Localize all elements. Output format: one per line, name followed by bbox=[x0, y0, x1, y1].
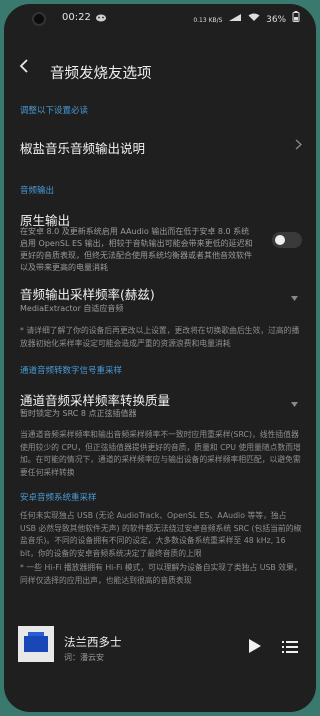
notification-icons bbox=[94, 12, 108, 25]
native-output-toggle[interactable] bbox=[272, 232, 302, 248]
wifi-icon bbox=[248, 13, 263, 25]
dropdown-arrow-icon bbox=[291, 400, 298, 409]
net-speed: 0.13 KB/S bbox=[193, 17, 223, 24]
back-arrow-icon[interactable] bbox=[18, 58, 30, 79]
signal-icon bbox=[228, 14, 245, 25]
resample-quality-value: 暂时锁定为 SRC 8 点正弦插值器 bbox=[20, 409, 137, 418]
mini-player[interactable]: 法兰西多士 词：潘云安 bbox=[4, 622, 316, 676]
sample-rate-note: * 请详细了解了你的设备后再更改以上设置，更改将在切换歌曲后生效，过高的播放器初… bbox=[20, 326, 300, 348]
song-title: 法兰西多士 bbox=[64, 635, 122, 649]
section-header-adjust: 调整以下设置必读 bbox=[20, 106, 89, 116]
status-right: 0.13 KB/S 36% bbox=[190, 11, 300, 25]
battery-percent: 36% bbox=[266, 15, 287, 25]
hifi-note: * 一些 Hi-Fi 播放器拥有 Hi-Fi 模式，可以理解为设备自实现了类独占… bbox=[20, 563, 302, 585]
toggle-knob bbox=[275, 235, 285, 245]
sample-rate-title: 音频输出采样频率(赫兹) bbox=[20, 287, 155, 302]
app-screen: 00:22 0.13 KB/S 36% 音频发烧友选项 调整以下设置必读 椒盐音… bbox=[4, 4, 316, 712]
app-notification-icon bbox=[96, 14, 106, 22]
dropdown-arrow-icon bbox=[291, 294, 298, 303]
guide-item-title: 椒盐音乐音频输出说明 bbox=[20, 141, 146, 156]
status-time: 00:22 bbox=[62, 12, 91, 23]
resample-note: 当通道音频采样频率和输出音频采样频率不一致时应用重采样(SRC)，线性插值器使用… bbox=[20, 430, 301, 477]
album-art bbox=[18, 626, 54, 662]
play-icon[interactable] bbox=[248, 638, 262, 654]
song-artist: 词：潘云安 bbox=[64, 653, 104, 662]
page-title: 音频发烧友选项 bbox=[50, 66, 152, 82]
bypass-note: 任何未实现独占 USB (无论 AudioTrack、OpenSL ES、AAu… bbox=[20, 511, 302, 558]
sample-rate-value: MediaExtractor 自适应音频 bbox=[20, 304, 124, 313]
chevron-right-icon bbox=[295, 139, 302, 153]
native-output-desc: 在安卓 8.0 及更新系统启用 AAudio 输出而在低于安卓 8.0 系统启用… bbox=[20, 227, 253, 272]
battery-icon bbox=[292, 11, 300, 25]
section-header-audio-output: 音频输出 bbox=[20, 186, 55, 196]
top-app-bar: 音频发烧友选项 bbox=[4, 56, 316, 86]
section-header-bypass: 安卓音频系统重采样 bbox=[20, 493, 97, 503]
playlist-icon[interactable] bbox=[282, 639, 298, 653]
section-header-channel-resample: 通道音频转数字信号重采样 bbox=[20, 366, 123, 376]
camera-cutout bbox=[32, 12, 46, 26]
status-bar: 00:22 0.13 KB/S 36% bbox=[4, 4, 316, 32]
resample-quality-title: 通道音频采样频率转换质量 bbox=[20, 393, 171, 408]
